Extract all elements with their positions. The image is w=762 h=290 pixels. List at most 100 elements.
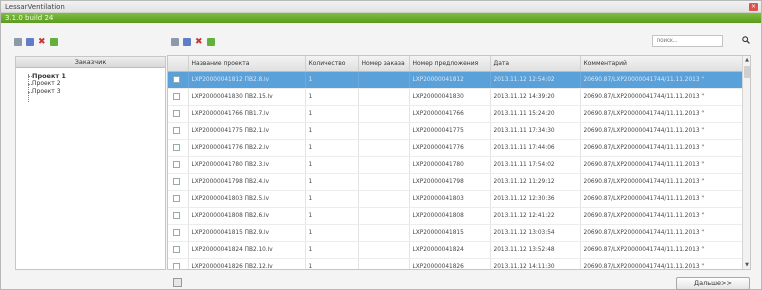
customer-header[interactable]: Заказчик	[16, 57, 165, 68]
table-row[interactable]: LXP20000041808 ПВ2.6.lv 1 LXP20000041808 20…	[168, 207, 744, 225]
table-cell: 20690.87/LXP20000041744/11.11.2013 "	[580, 224, 744, 242]
scroll-down-icon[interactable]: ▼	[743, 261, 750, 269]
app-window: LessarVentilation × 3.1.0 build 24 ✖ ✖ З…	[0, 0, 762, 290]
row-checkbox-cell	[168, 122, 189, 140]
row-checkbox-cell	[168, 71, 189, 89]
table-cell: 20690.87/LXP20000041744/11.11.2013 "	[580, 190, 744, 208]
column-header[interactable]: Дата	[490, 56, 581, 72]
table-cell	[358, 139, 410, 157]
row-checkbox[interactable]	[173, 127, 180, 134]
edit-icon[interactable]	[183, 38, 191, 46]
table-cell: 1	[305, 258, 359, 269]
table-cell: 2013.11.11 17:54:02	[490, 156, 581, 174]
projects-grid: Название проекта Количество Номер заказа…	[167, 55, 751, 270]
table-row[interactable]: LXP20000041775 ПВ2.1.lv 1 LXP20000041775 20…	[168, 122, 744, 140]
row-checkbox-cell	[168, 190, 189, 208]
table-cell: LXP20000041798	[409, 173, 491, 191]
table-row[interactable]: LXP20000041780 ПВ2.3.lv 1 LXP20000041780 20…	[168, 156, 744, 174]
add-icon[interactable]	[207, 38, 215, 46]
column-header[interactable]: Количество	[305, 56, 359, 72]
table-cell: LXP20000041812	[409, 71, 491, 89]
row-checkbox-cell	[168, 139, 189, 157]
version-label: 3.1.0 build 24	[5, 14, 54, 22]
table-cell: LXP20000041812 ПВ2.8.lv	[188, 71, 306, 89]
table-cell: 2013.11.12 13:03:54	[490, 224, 581, 242]
table-cell: 2013.11.12 14:39:20	[490, 88, 581, 106]
search-input[interactable]	[652, 35, 723, 47]
export-icon[interactable]	[173, 278, 182, 287]
add-icon[interactable]	[50, 38, 58, 46]
row-checkbox[interactable]	[173, 161, 180, 168]
table-row[interactable]: LXP20000041830 ПВ2.15.lv 1 LXP20000041830 2…	[168, 88, 744, 106]
table-cell: LXP20000041776	[409, 139, 491, 157]
table-row[interactable]: LXP20000041826 ПВ2.12.lv 1 LXP20000041826 2…	[168, 258, 744, 269]
table-cell: 1	[305, 156, 359, 174]
delete-icon[interactable]: ✖	[195, 38, 203, 47]
table-cell: LXP20000041803 ПВ2.5.lv	[188, 190, 306, 208]
table-cell: LXP20000041775 ПВ2.1.lv	[188, 122, 306, 140]
table-cell: LXP20000041766	[409, 105, 491, 123]
tree-item-project-1[interactable]: Проект 1	[26, 72, 165, 80]
table-cell: LXP20000041766 ПВ1.7.lv	[188, 105, 306, 123]
table-cell: 2013.11.11 15:24:20	[490, 105, 581, 123]
search-icon[interactable]	[742, 36, 750, 44]
table-cell: 20690.87/LXP20000041744/11.11.2013 "	[580, 105, 744, 123]
table-cell: 20690.87/LXP20000041744/11.11.2013 "	[580, 71, 744, 89]
table-row[interactable]: LXP20000041798 ПВ2.4.lv 1 LXP20000041798 20…	[168, 173, 744, 191]
projects-table: Название проекта Количество Номер заказа…	[168, 56, 744, 269]
row-checkbox[interactable]	[173, 178, 180, 185]
table-row[interactable]: LXP20000041815 ПВ2.9.lv 1 LXP20000041815 20…	[168, 224, 744, 242]
table-row[interactable]: LXP20000041824 ПВ2.10.lv 1 LXP20000041824 2…	[168, 241, 744, 259]
table-cell	[358, 122, 410, 140]
column-header[interactable]: Номер предложения	[409, 56, 491, 72]
scroll-thumb[interactable]	[744, 66, 750, 78]
column-header[interactable]: Номер заказа	[358, 56, 410, 72]
table-cell: 1	[305, 190, 359, 208]
table-row[interactable]: LXP20000041803 ПВ2.5.lv 1 LXP20000041803 20…	[168, 190, 744, 208]
table-cell	[358, 224, 410, 242]
delete-icon[interactable]: ✖	[38, 38, 46, 47]
table-icon[interactable]	[14, 38, 22, 46]
checkbox-column-header[interactable]	[168, 56, 189, 72]
title-bar: LessarVentilation ×	[1, 1, 761, 13]
row-checkbox[interactable]	[173, 110, 180, 117]
table-cell: 1	[305, 122, 359, 140]
table-cell: LXP20000041798 ПВ2.4.lv	[188, 173, 306, 191]
table-cell	[358, 258, 410, 269]
table-cell: LXP20000041776 ПВ2.2.lv	[188, 139, 306, 157]
customer-toolbar: ✖	[14, 38, 58, 48]
tree-item-project-3[interactable]: Проект 3	[26, 88, 165, 96]
table-icon[interactable]	[171, 38, 179, 46]
next-button[interactable]: Дальше>>	[676, 277, 750, 290]
row-checkbox[interactable]	[173, 195, 180, 202]
column-header[interactable]: Название проекта	[188, 56, 306, 72]
table-cell: LXP20000041803	[409, 190, 491, 208]
vertical-scrollbar[interactable]: ▲ ▼	[742, 56, 750, 269]
row-checkbox-cell	[168, 224, 189, 242]
scroll-up-icon[interactable]: ▲	[743, 56, 750, 64]
row-checkbox[interactable]	[173, 144, 180, 151]
row-checkbox[interactable]	[173, 263, 180, 269]
table-cell: LXP20000041830	[409, 88, 491, 106]
row-checkbox-cell	[168, 241, 189, 259]
tree-item-project-2[interactable]: Проект 2	[26, 80, 165, 88]
close-button[interactable]: ×	[749, 3, 758, 11]
row-checkbox[interactable]	[173, 229, 180, 236]
table-row[interactable]: LXP20000041812 ПВ2.8.lv 1 LXP20000041812 20…	[168, 71, 744, 89]
row-checkbox[interactable]	[173, 212, 180, 219]
row-checkbox[interactable]	[173, 76, 180, 83]
project-toolbar: ✖	[171, 38, 215, 48]
edit-icon[interactable]	[26, 38, 34, 46]
table-cell: 1	[305, 105, 359, 123]
table-cell: 2013.11.12 13:52:48	[490, 241, 581, 259]
table-cell: 1	[305, 88, 359, 106]
table-cell: 2013.11.12 14:11:30	[490, 258, 581, 269]
row-checkbox[interactable]	[173, 246, 180, 253]
row-checkbox[interactable]	[173, 93, 180, 100]
column-header[interactable]: Комментарий	[580, 56, 744, 72]
table-cell: LXP20000041815	[409, 224, 491, 242]
table-row[interactable]: LXP20000041776 ПВ2.2.lv 1 LXP20000041776 20…	[168, 139, 744, 157]
table-cell: LXP20000041824	[409, 241, 491, 259]
table-cell: 2013.11.12 12:41:22	[490, 207, 581, 225]
table-row[interactable]: LXP20000041766 ПВ1.7.lv 1 LXP20000041766 20…	[168, 105, 744, 123]
